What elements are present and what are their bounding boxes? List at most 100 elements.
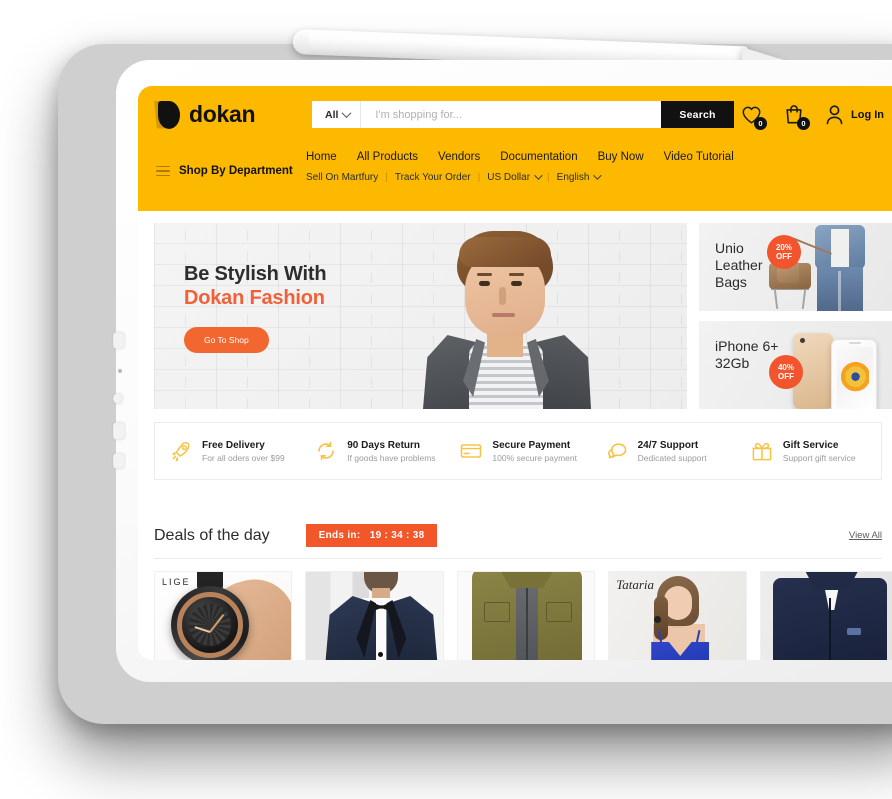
credit-card-icon bbox=[459, 439, 483, 463]
search-button[interactable]: Search bbox=[661, 101, 734, 128]
tablet-device: dokan All Search bbox=[113, 60, 892, 682]
promo-title-line3: Bags bbox=[715, 274, 747, 290]
feature-title: Gift Service bbox=[782, 439, 839, 451]
hero-section: Be Stylish With Dokan Fashion Go To Shop bbox=[138, 211, 892, 409]
feature-subtitle: If goods have problems bbox=[347, 452, 436, 463]
search-category-dropdown[interactable]: All bbox=[312, 101, 362, 128]
tablet-screen: dokan All Search bbox=[138, 86, 892, 660]
language-selector[interactable]: English bbox=[556, 171, 603, 183]
product-image-tuxedo bbox=[306, 572, 443, 660]
logo-text: dokan bbox=[189, 101, 256, 127]
shop-by-department-button[interactable]: Shop By Department bbox=[156, 165, 293, 177]
go-to-shop-button[interactable]: Go To Shop bbox=[184, 327, 269, 353]
product-card[interactable]: Tataria bbox=[608, 571, 747, 660]
rocket-icon bbox=[169, 439, 193, 463]
department-label: Shop By Department bbox=[179, 165, 293, 177]
product-card[interactable]: LIGE bbox=[154, 571, 293, 660]
product-image-navy-jacket bbox=[760, 572, 892, 660]
wishlist-button[interactable]: 0 bbox=[739, 103, 767, 130]
product-card[interactable] bbox=[456, 571, 596, 660]
site-logo[interactable]: dokan bbox=[154, 100, 306, 129]
hamburger-menu-icon bbox=[156, 165, 170, 177]
feature-subtitle: 100% secure payment bbox=[492, 452, 577, 463]
nav-separator: | bbox=[477, 172, 481, 183]
nav-item-buy-now[interactable]: Buy Now bbox=[598, 151, 644, 163]
view-all-link[interactable]: View All bbox=[849, 530, 882, 541]
promo-title-line1: Unio bbox=[715, 240, 744, 256]
promo-banner-iphone[interactable]: iPhone 6+ 32Gb 40% OFF bbox=[699, 321, 892, 409]
feature-247-support: 24/7 Support Dedicated support bbox=[591, 439, 736, 463]
primary-nav: Home All Products Vendors Documentation … bbox=[138, 143, 892, 163]
nav-item-vendors[interactable]: Vendors bbox=[438, 151, 480, 163]
feature-title: 24/7 Support bbox=[637, 439, 699, 451]
discount-badge: 20% OFF bbox=[767, 235, 801, 269]
promo-title-line2: Leather bbox=[715, 257, 763, 273]
login-button[interactable]: Log In bbox=[825, 104, 884, 125]
search-bar: All Search bbox=[312, 101, 734, 128]
nav-item-video-tutorial[interactable]: Video Tutorial bbox=[664, 151, 734, 163]
discount-word: OFF bbox=[778, 372, 794, 381]
feature-subtitle: For all oders over $99 bbox=[202, 452, 285, 463]
header-actions: 0 0 Log In bbox=[739, 103, 892, 130]
nav-separator: | bbox=[547, 172, 550, 183]
hero-copy: Be Stylish With Dokan Fashion Go To Shop bbox=[184, 263, 327, 353]
login-label: Log In bbox=[851, 108, 884, 121]
hero-headline-line2: Dokan Fashion bbox=[184, 287, 325, 309]
nav-separator: | bbox=[385, 172, 388, 183]
product-card[interactable] bbox=[759, 571, 892, 660]
volume-down-button[interactable] bbox=[113, 422, 125, 440]
nav-sub-sell-on-martfury[interactable]: Sell On Martfury bbox=[306, 172, 378, 183]
hero-banner[interactable]: Be Stylish With Dokan Fashion Go To Shop bbox=[154, 223, 687, 409]
chevron-down-icon bbox=[341, 108, 352, 119]
feature-title: 90 Days Return bbox=[347, 439, 421, 451]
countdown-label: Ends in: bbox=[318, 530, 361, 541]
product-brand-label: LIGE bbox=[162, 577, 191, 587]
scene: dokan All Search bbox=[0, 0, 892, 799]
feature-secure-payment: Secure Payment 100% secure payment bbox=[445, 439, 590, 463]
promo-title: Unio Leather Bags bbox=[715, 240, 762, 291]
nav-sub-track-your-order[interactable]: Track Your Order bbox=[395, 172, 471, 183]
search-input-wrap bbox=[361, 101, 662, 128]
countdown-timer: 19 : 34 : 38 bbox=[369, 530, 425, 541]
deals-title: Deals of the day bbox=[154, 526, 270, 544]
discount-word: OFF bbox=[776, 252, 792, 261]
countdown-badge: Ends in: 19 : 34 : 38 bbox=[305, 524, 438, 547]
language-label: English bbox=[556, 172, 590, 183]
deals-product-list: LIGE Tataria bbox=[138, 559, 892, 660]
feature-subtitle: Dedicated support bbox=[637, 452, 707, 463]
promo-banner-leather-bags[interactable]: Unio Leather Bags 20% OFF bbox=[699, 223, 892, 311]
power-button[interactable] bbox=[113, 453, 125, 469]
promo-column: Unio Leather Bags 20% OFF iPhone 6+ 32Gb… bbox=[699, 223, 892, 409]
nav-item-documentation[interactable]: Documentation bbox=[500, 151, 577, 163]
feature-90-days-return: 90 Days Return If goods have problems bbox=[300, 439, 445, 463]
search-category-label: All bbox=[325, 108, 339, 121]
discount-badge: 40% OFF bbox=[769, 355, 803, 389]
search-input[interactable] bbox=[373, 107, 650, 122]
feature-title: Free Delivery bbox=[202, 439, 265, 451]
wishlist-count-badge: 0 bbox=[754, 116, 767, 130]
sensor-dot-icon bbox=[118, 369, 122, 373]
product-image-olive-jacket bbox=[457, 572, 595, 660]
feature-gift-service: Gift Service Support gift service bbox=[736, 439, 881, 463]
nav-item-all-products[interactable]: All Products bbox=[357, 151, 418, 163]
chat-icon bbox=[605, 439, 629, 463]
nav-item-home[interactable]: Home bbox=[306, 151, 337, 163]
feature-subtitle: Support gift service bbox=[782, 452, 856, 463]
volume-up-button[interactable] bbox=[113, 332, 125, 349]
chevron-down-icon bbox=[593, 171, 603, 180]
deals-header: Deals of the day Ends in: 19 : 34 : 38 V… bbox=[138, 480, 892, 547]
user-icon bbox=[826, 105, 843, 125]
feature-free-delivery: Free Delivery For all oders over $99 bbox=[155, 439, 300, 463]
camera-button[interactable] bbox=[113, 393, 123, 404]
site-header: dokan All Search bbox=[138, 86, 892, 143]
currency-selector[interactable]: US Dollar bbox=[487, 171, 543, 183]
product-brand-label: Tataria bbox=[616, 577, 655, 592]
hero-model-photo bbox=[399, 223, 615, 409]
hero-headline-line1: Be Stylish With bbox=[184, 263, 327, 285]
chevron-down-icon bbox=[534, 171, 543, 180]
product-card[interactable] bbox=[305, 571, 444, 660]
discount-percent: 40% bbox=[777, 363, 794, 372]
cart-button[interactable]: 0 bbox=[782, 103, 810, 130]
feature-title: Secure Payment bbox=[492, 439, 571, 451]
currency-label: US Dollar bbox=[487, 172, 531, 183]
